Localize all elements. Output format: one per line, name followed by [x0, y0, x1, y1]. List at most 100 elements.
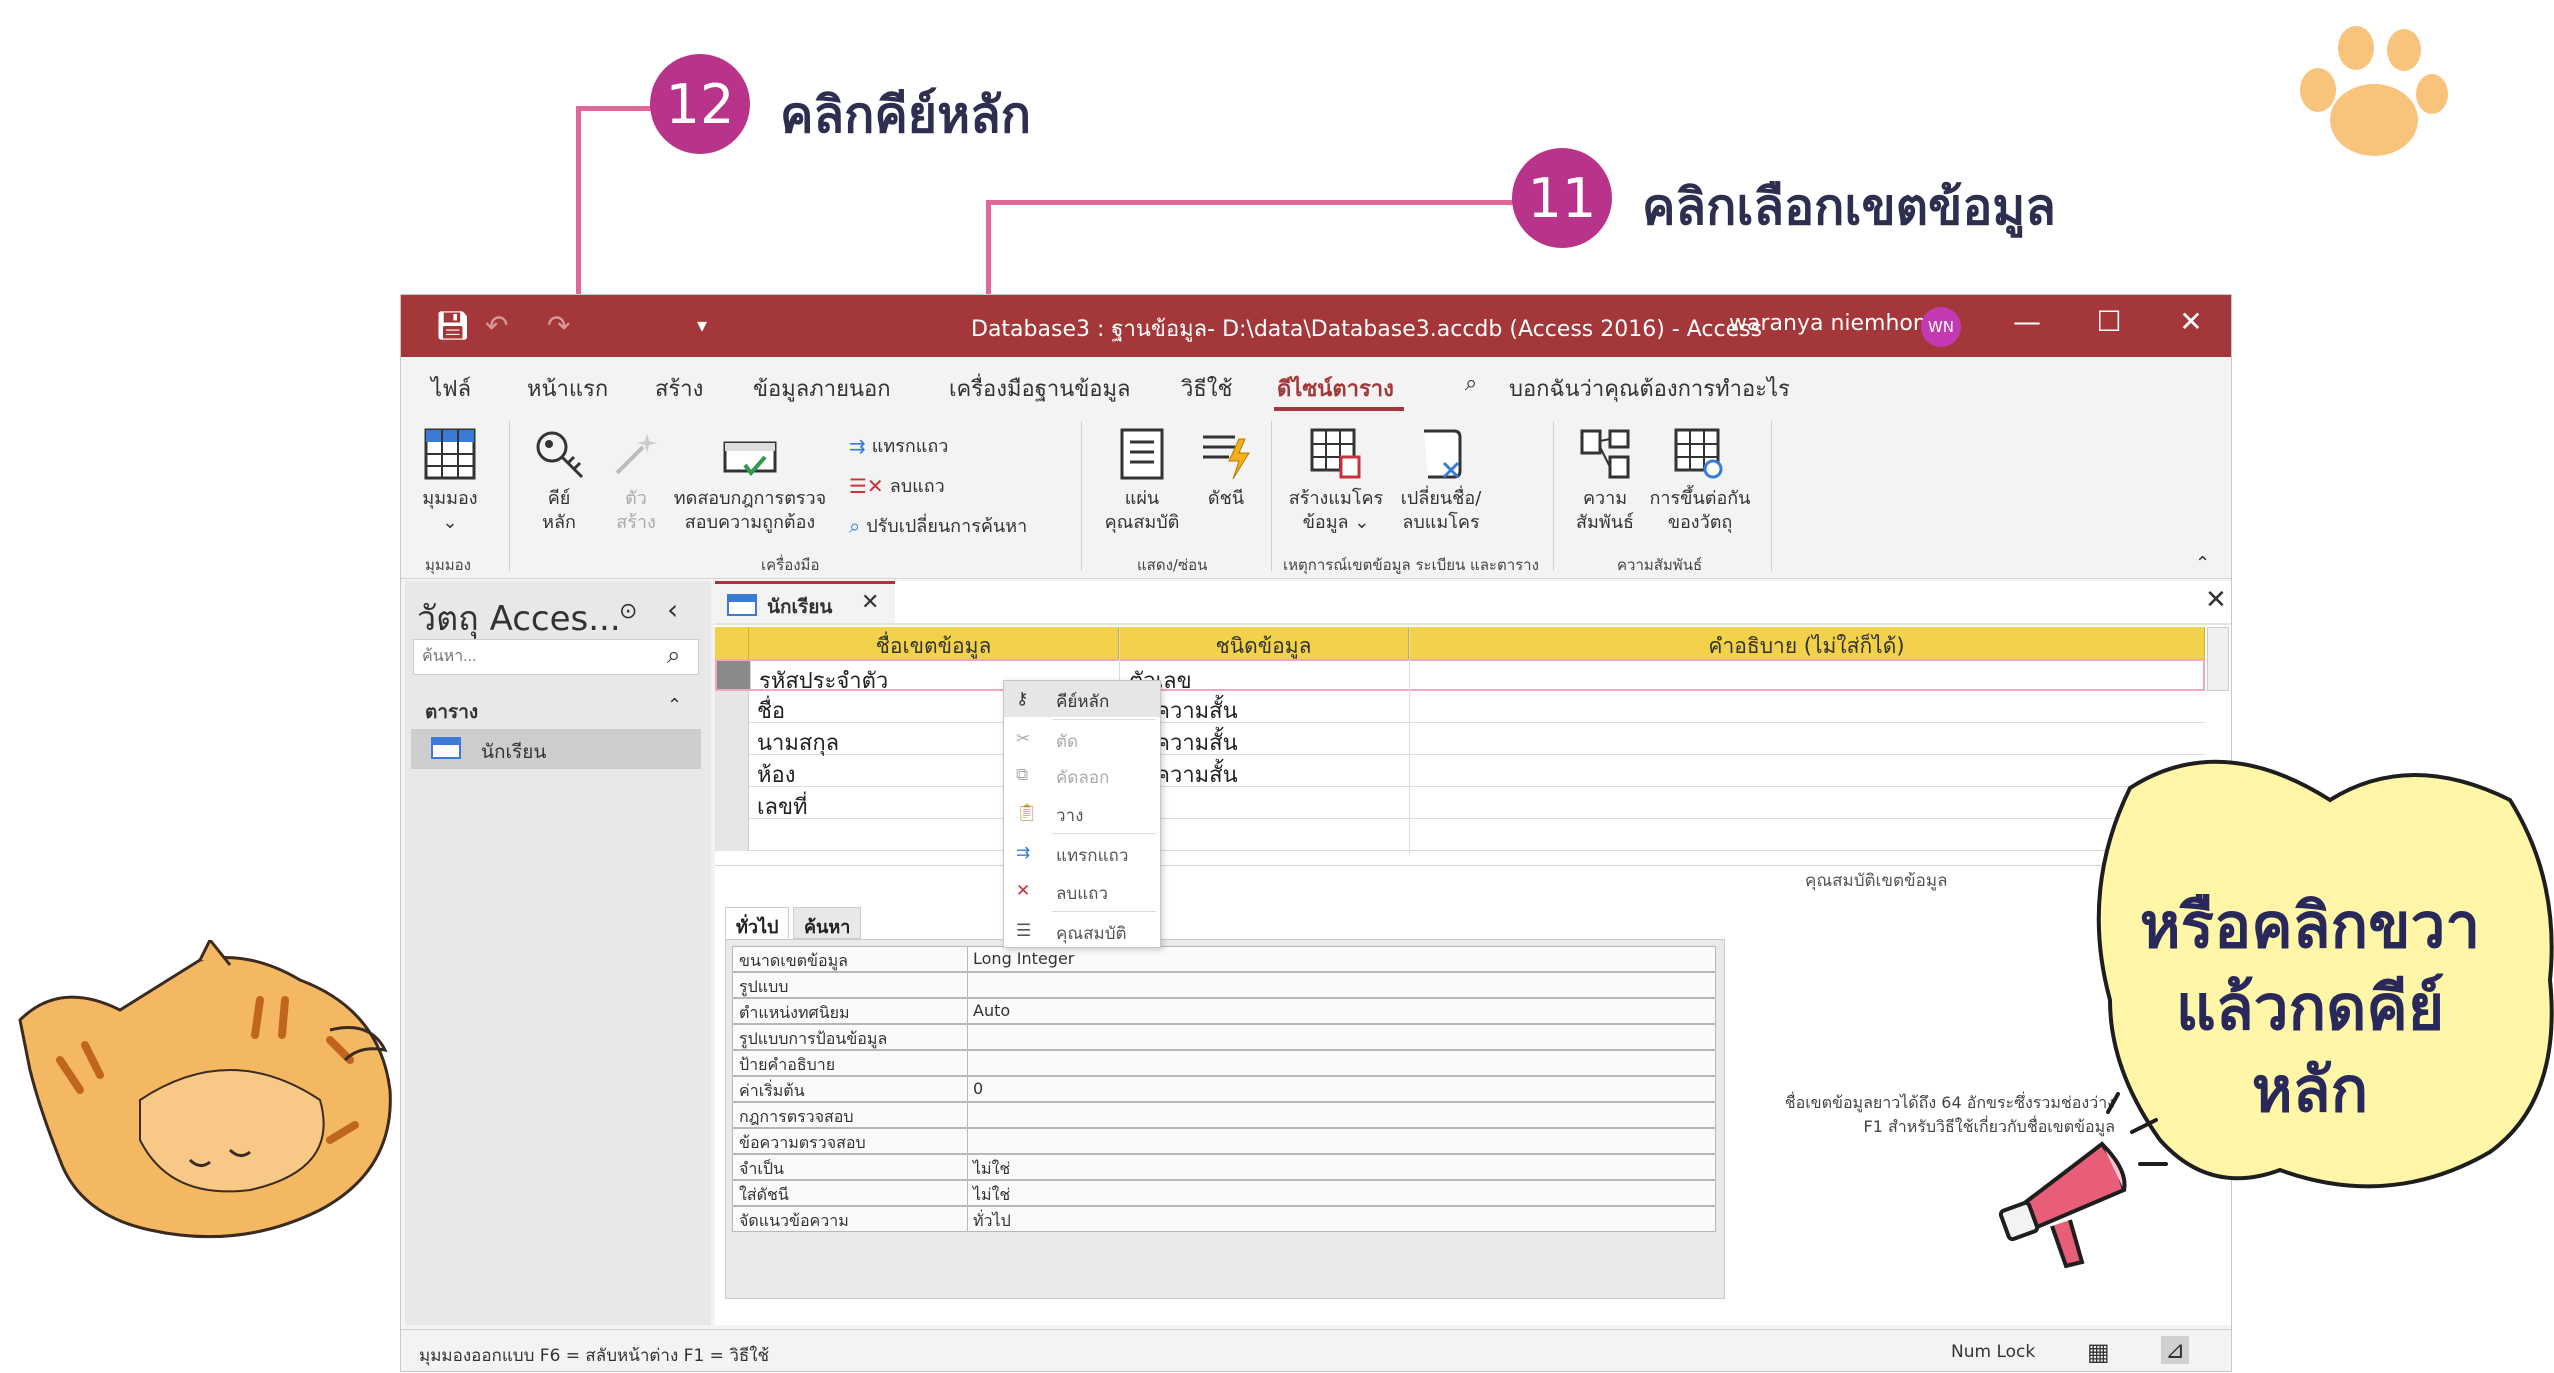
property-sheet-button[interactable]: แผ่น คุณสมบัติ: [1097, 427, 1187, 535]
nav-category-tables[interactable]: ตาราง: [425, 697, 478, 727]
property-row-indexed[interactable]: ใส่ดัชนี ไม่ใช่: [732, 1180, 1716, 1206]
row-selector[interactable]: [715, 755, 749, 787]
table-row[interactable]: ห้อง ข้อความสั้น: [715, 755, 2205, 788]
user-avatar[interactable]: WN: [1921, 307, 1961, 347]
quick-access-customize-icon[interactable]: ▾: [697, 313, 707, 337]
object-dependencies-button[interactable]: การขึ้นต่อกัน ของวัตถุ: [1645, 427, 1755, 535]
vertical-scrollbar[interactable]: [2207, 627, 2229, 691]
table-row[interactable]: [715, 819, 2205, 851]
property-row-validation-text[interactable]: ข้อความตรวจสอบ: [732, 1128, 1716, 1154]
row-selector[interactable]: [715, 819, 749, 851]
rename-delete-macro-button[interactable]: เปลี่ยนชื่อ/ ลบแมโคร: [1391, 427, 1491, 535]
design-view-icon[interactable]: ⊿: [2161, 1336, 2190, 1364]
property-row-caption[interactable]: ป้ายคำอธิบาย: [732, 1050, 1716, 1076]
insert-rows-button[interactable]: ⇉ แทรกแถว: [849, 431, 948, 460]
tab-external-data[interactable]: ข้อมูลภายนอก: [753, 371, 891, 406]
column-header-field-name[interactable]: ชื่อเขตข้อมูล: [749, 627, 1119, 659]
row-selector[interactable]: [715, 723, 749, 755]
modify-lookups-button[interactable]: ⌕ ปรับเปลี่ยนการค้นหา: [849, 511, 1027, 540]
nav-collapse-icon[interactable]: ‹: [667, 593, 678, 626]
field-properties-panel: ขนาดเขตข้อมูล Long Integer รูปแบบ ตำแหน่ง…: [725, 939, 1725, 1299]
dependencies-label-2: ของวัตถุ: [1667, 512, 1733, 533]
table-icon: [431, 737, 461, 759]
context-delete-rows[interactable]: ✕ ลบแถว: [1004, 873, 1160, 909]
close-icon[interactable]: ✕: [2171, 305, 2211, 338]
save-icon[interactable]: 💾︎: [435, 309, 471, 342]
context-cut[interactable]: ✂ ตัด: [1004, 721, 1160, 757]
tab-database-tools[interactable]: เครื่องมือฐานข้อมูล: [949, 371, 1131, 406]
table-row[interactable]: นามสกุล ข้อความสั้น: [715, 723, 2205, 756]
context-separator: [1052, 911, 1156, 912]
tab-home[interactable]: หน้าแรก: [527, 371, 608, 406]
row-selector[interactable]: [715, 691, 749, 723]
table-row[interactable]: ชื่อ ข้อความสั้น: [715, 691, 2205, 724]
document-tab-students[interactable]: นักเรียน ✕: [715, 581, 895, 623]
builder-button[interactable]: ตัว สร้าง: [601, 427, 671, 535]
tell-me-search-icon[interactable]: ⌕: [1465, 371, 1477, 396]
indexes-icon: [1203, 435, 1250, 480]
tab-table-design[interactable]: ดีไซน์ตาราง: [1277, 371, 1394, 406]
property-row-field-size[interactable]: ขนาดเขตข้อมูล Long Integer: [732, 946, 1716, 972]
primary-key-button[interactable]: คีย์ หลัก: [519, 427, 599, 535]
indexes-button[interactable]: ดัชนี: [1191, 427, 1261, 511]
datasheet-view-icon[interactable]: ▦: [2087, 1338, 2110, 1366]
property-row-decimal-places[interactable]: ตำแหน่งทศนิยม Auto: [732, 998, 1716, 1024]
user-name[interactable]: waranya niemhom: [1729, 311, 1934, 336]
row-selector[interactable]: [717, 661, 751, 689]
nav-pane-title[interactable]: วัตถุ Acces...: [417, 591, 621, 645]
table-row[interactable]: รหัสประจำตัว ตัวเลข: [715, 659, 2205, 694]
nav-category-collapse-icon[interactable]: ⌃: [667, 695, 682, 716]
nav-item-students-table[interactable]: นักเรียน: [411, 729, 701, 769]
maximize-icon[interactable]: ☐: [2089, 305, 2129, 338]
property-row-text-align[interactable]: จัดแนวข้อความ ทั่วไป: [732, 1206, 1716, 1232]
property-row-required[interactable]: จำเป็น ไม่ใช่: [732, 1154, 1716, 1180]
tell-me-box[interactable]: บอกฉันว่าคุณต้องการทำอะไร: [1509, 371, 1790, 406]
context-copy[interactable]: ⧉ คัดลอก: [1004, 757, 1160, 793]
access-window: 💾︎ ↶ ↷ ▾ Database3 : ฐานข้อมูล- D:\data\…: [400, 294, 2232, 1372]
magic-wand-icon: [615, 433, 657, 475]
column-header-description[interactable]: คำอธิบาย (ไม่ใส่ก็ได้): [1409, 627, 2205, 659]
property-row-input-mask[interactable]: รูปแบบการป้อนข้อมูล: [732, 1024, 1716, 1050]
tab-general[interactable]: ทั่วไป: [725, 907, 790, 939]
tab-lookup[interactable]: ค้นหา: [793, 907, 862, 939]
test-rules-label-2: สอบความถูกต้อง: [684, 512, 816, 533]
context-paste[interactable]: 📋︎ วาง: [1004, 795, 1160, 831]
context-insert-rows[interactable]: ⇉ แทรกแถว: [1004, 835, 1160, 871]
create-data-macros-button[interactable]: สร้างแมโคร ข้อมูล ⌄: [1281, 427, 1391, 535]
row-selector[interactable]: [715, 787, 749, 819]
nav-search-icon[interactable]: ⌕: [667, 641, 680, 669]
redo-icon[interactable]: ↷: [547, 309, 570, 342]
property-row-format[interactable]: รูปแบบ: [732, 972, 1716, 998]
document-tab-close-icon[interactable]: ✕: [861, 590, 879, 615]
delete-rows-button[interactable]: ☰✕ ลบแถว: [849, 471, 945, 500]
column-header-data-type[interactable]: ชนิดข้อมูล: [1119, 627, 1409, 659]
table-view-icon: [424, 428, 476, 480]
view-button[interactable]: มุมมอง ⌄: [415, 427, 485, 535]
tab-help[interactable]: วิธีใช้: [1181, 371, 1232, 406]
tab-file[interactable]: ไฟล์: [431, 371, 471, 406]
property-row-validation-rule[interactable]: กฎการตรวจสอบ: [732, 1102, 1716, 1128]
nav-search-input[interactable]: [413, 639, 699, 675]
relationships-button[interactable]: ความ สัมพันธ์: [1565, 427, 1645, 535]
validation-rules-icon: [723, 441, 777, 477]
ribbon-separator: [1771, 421, 1772, 571]
tab-create[interactable]: สร้าง: [655, 371, 703, 406]
nav-menu-icon[interactable]: ⊙: [619, 599, 637, 624]
callout-11-leader-horizontal: [986, 200, 1516, 205]
undo-icon[interactable]: ↶: [485, 309, 508, 342]
active-tab-indicator: [1274, 407, 1404, 411]
ribbon-separator: [1271, 421, 1272, 571]
group-label-views: มุมมอง: [425, 556, 471, 574]
test-validation-rules-button[interactable]: ทดสอบกฎการตรวจ สอบความถูกต้อง: [665, 437, 835, 535]
modify-lookups-icon: ⌕: [849, 513, 861, 538]
context-properties[interactable]: ☰ คุณสมบัติ: [1004, 913, 1160, 949]
context-primary-key[interactable]: ⚷ คีย์หลัก: [1004, 681, 1160, 717]
collapse-ribbon-icon[interactable]: ⌃: [2195, 553, 2210, 574]
key-icon: ⚷: [1016, 689, 1029, 709]
minimize-icon[interactable]: —: [2007, 305, 2047, 338]
property-sheet-label-2: คุณสมบัติ: [1104, 512, 1180, 533]
table-row[interactable]: เลขที่: [715, 787, 2205, 820]
property-row-default-value[interactable]: ค่าเริ่มต้น 0: [732, 1076, 1716, 1102]
properties-divider: [715, 865, 2231, 866]
document-close-icon[interactable]: ✕: [2205, 585, 2227, 615]
